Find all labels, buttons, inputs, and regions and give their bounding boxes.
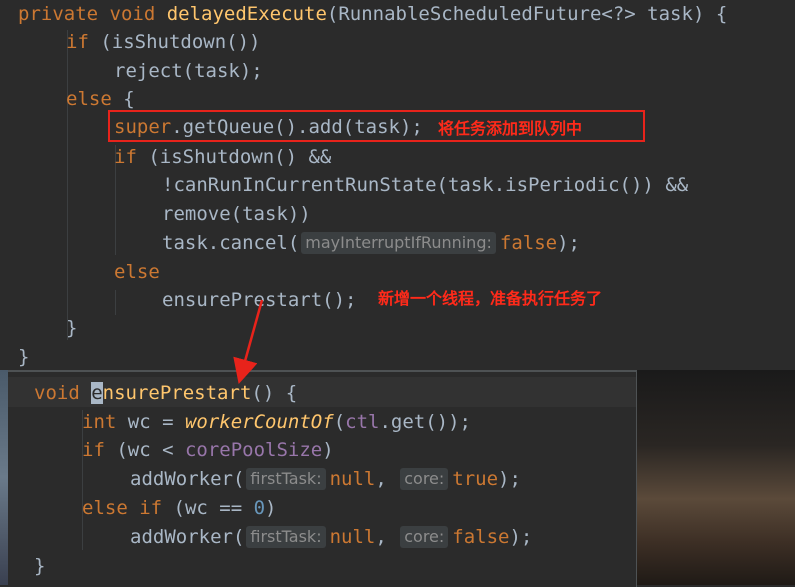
- code-text: {: [111, 88, 135, 110]
- code-text: ,: [375, 526, 399, 548]
- keyword: else: [114, 261, 160, 283]
- code-text: wc =: [116, 411, 185, 433]
- code-text: );: [498, 468, 521, 490]
- indent-guide: [67, 30, 68, 340]
- keyword: if: [66, 31, 89, 53]
- code-text: (isShutdown()): [88, 31, 261, 53]
- keyword: void: [34, 382, 80, 404]
- code-editor-top[interactable]: private void delayedExecute(RunnableSche…: [0, 0, 795, 370]
- code-text: addWorker(: [130, 526, 245, 548]
- indent-guide: [115, 290, 116, 315]
- method-name: nsurePrestart: [102, 382, 252, 404]
- code-line: if (wc < corePoolSize): [82, 436, 334, 465]
- keyword: if: [114, 146, 137, 168]
- code-line: int wc = workerCountOf(ctl.get());: [82, 408, 471, 437]
- code-text: task.cancel(: [162, 232, 300, 254]
- parameter-hint: firstTask:: [246, 526, 326, 548]
- code-line: task.cancel(mayInterruptIfRunning: false)…: [162, 229, 580, 258]
- code-text: ): [265, 497, 277, 519]
- code-line: private void delayedExecute(RunnableSche…: [18, 0, 727, 29]
- code-text: () {: [251, 382, 298, 404]
- number-literal: 0: [253, 497, 266, 519]
- parameter-hint: core:: [400, 468, 449, 490]
- code-line: addWorker(firstTask: null, core: false);: [130, 523, 532, 552]
- keyword: else: [66, 88, 112, 110]
- text-cursor[interactable]: e: [91, 382, 103, 404]
- code-text: .get());: [379, 411, 471, 433]
- keyword: else if: [82, 497, 163, 519]
- code-line: reject(task);: [114, 57, 263, 86]
- code-text: }: [34, 555, 46, 577]
- keyword: if: [82, 439, 105, 461]
- code-line: void ensurePrestart() {: [34, 379, 297, 408]
- code-text: ): [322, 439, 334, 461]
- keyword: null: [329, 526, 376, 548]
- keyword: false: [499, 232, 558, 254]
- code-line: }: [66, 314, 77, 343]
- code-text: (RunnableScheduledFuture<?> task) {: [326, 3, 728, 25]
- code-text: (wc <: [104, 439, 185, 461]
- annotation-queue-note: 将任务添加到队列中: [438, 119, 583, 138]
- code-line: addWorker(firstTask: null, core: true);: [130, 465, 521, 494]
- keyword: private void: [18, 3, 156, 25]
- code-text: }: [66, 317, 78, 339]
- code-text: );: [557, 232, 580, 254]
- code-line: if (isShutdown()): [66, 28, 260, 57]
- code-line: else if (wc == 0): [82, 494, 277, 523]
- keyword: false: [452, 526, 510, 548]
- keyword: null: [329, 468, 376, 490]
- method-name: workerCountOf: [184, 411, 334, 433]
- code-text: reject(task);: [114, 60, 263, 82]
- code-text: !canRunInCurrentRunState(task.isPeriodic…: [162, 174, 689, 196]
- background-image-right: [636, 370, 795, 585]
- code-text: }: [18, 346, 30, 368]
- annotation-thread-note: 新增一个线程，准备执行任务了: [378, 289, 603, 308]
- parameter-hint: firstTask:: [246, 468, 326, 490]
- code-line: ensurePrestart();: [162, 286, 356, 315]
- keyword: int: [82, 411, 117, 433]
- background-image-left: [0, 370, 8, 585]
- code-text: remove(task)): [162, 203, 311, 225]
- code-text: (: [333, 411, 346, 433]
- code-text: (isShutdown() &&: [136, 146, 332, 168]
- parameter-hint: mayInterruptIfRunning:: [301, 232, 496, 254]
- method-name: delayedExecute: [166, 3, 327, 25]
- code-line: else: [114, 258, 160, 287]
- code-text: addWorker(: [130, 468, 245, 490]
- code-line: remove(task)): [162, 200, 311, 229]
- code-text: ensurePrestart();: [162, 289, 357, 311]
- code-line: !canRunInCurrentRunState(task.isPeriodic…: [162, 171, 688, 200]
- code-line: }: [34, 552, 45, 581]
- field-name: ctl: [345, 411, 380, 433]
- code-line: }: [18, 343, 29, 372]
- field-name: corePoolSize: [184, 439, 323, 461]
- code-line: if (isShutdown() &&: [114, 143, 331, 172]
- code-text: (wc ==: [162, 497, 254, 519]
- parameter-hint: core:: [400, 526, 449, 548]
- keyword: true: [452, 468, 499, 490]
- code-text: );: [509, 526, 533, 548]
- code-text: ,: [375, 468, 399, 490]
